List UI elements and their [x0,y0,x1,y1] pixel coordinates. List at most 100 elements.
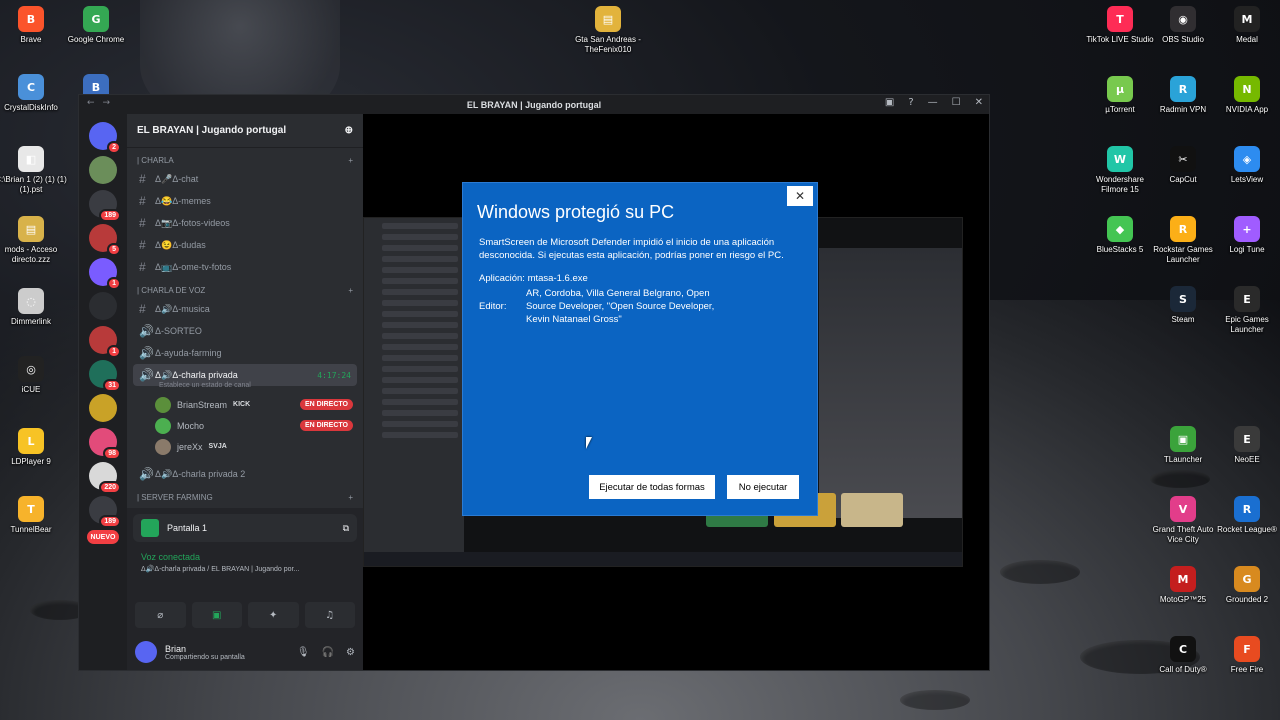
desktop-icon-right[interactable]: R Radmin VPN [1146,76,1220,115]
desktop-icon-left[interactable]: T TunnelBear [0,496,68,535]
speaker-icon: 🔊 [139,368,154,382]
server-header[interactable]: EL BRAYAN | Jugando portugal ⊕ [127,114,363,148]
desktop-icon-right[interactable]: ◈ LetsView [1210,146,1280,185]
plus-icon[interactable]: + [348,493,353,502]
category-charla[interactable]: | CHARLA + [127,152,363,168]
voice-buttons: ⌀ ▣ ✦ ♫ [127,602,363,628]
user-name: Brian [165,643,187,654]
avatar[interactable] [135,641,157,663]
server-icon[interactable]: 98 [89,428,121,460]
server-icon[interactable]: 189 [89,496,121,528]
channel-charla-privada-2[interactable]: 🔊 Δ🔊Δ-charla privada 2 [133,463,357,485]
desktop-icon-left[interactable]: L LDPlayer 9 [0,428,68,467]
forward-arrow-icon[interactable]: → [103,98,111,108]
voice-location[interactable]: Δ🔊Δ-charla privada / EL BRAYAN | Jugando… [141,565,349,573]
gear-icon[interactable]: ⚙ [346,647,355,658]
category-farming[interactable]: | SERVER FARMING + [127,489,363,505]
server-icon[interactable]: 1 [89,326,121,358]
screen-icon [141,519,159,537]
desktop-icon-right[interactable]: E NeoEE [1210,426,1280,465]
desktop-icon-right[interactable]: R Rockstar Games Launcher [1146,216,1220,265]
minimize-icon[interactable]: — [928,97,938,108]
text-channel[interactable]: # Δ📷Δ-fotos-videos [133,212,357,234]
voice-member[interactable]: BrianStream KICK EN DIRECTO [151,394,357,415]
add-member-icon[interactable]: ⊕ [345,125,353,136]
plus-icon[interactable]: + [348,156,353,165]
desktop-icon-right[interactable]: ◉ OBS Studio [1146,6,1220,45]
desktop-icon-right[interactable]: V Grand Theft Auto Vice City [1146,496,1220,545]
maximize-icon[interactable]: ☐ [952,97,961,108]
server-icon[interactable]: 31 [89,360,121,392]
voice-channel[interactable]: 🔊 Δ-ayuda-farming [133,342,357,364]
desktop-icon-right[interactable]: F Free Fire [1210,636,1280,675]
server-icon[interactable]: 189 [89,190,121,222]
voice-member[interactable]: jereXx SVJA [151,436,357,457]
desktop-icon-right[interactable]: M Medal [1210,6,1280,45]
desktop-icon-right[interactable]: N NVIDIA App [1210,76,1280,115]
server-icon[interactable]: 2 [89,122,121,154]
desktop-icon-left[interactable]: ▤ mods - Acceso directo.zzz [0,216,68,265]
server-icon[interactable] [89,394,117,422]
desktop-icon-right[interactable]: ✂ CapCut [1146,146,1220,185]
new-badge[interactable]: NUEVO [87,530,119,544]
app-icon: E [1234,286,1260,312]
text-channel[interactable]: # Δ📺Δ-ome-tv-fotos [133,256,357,278]
close-icon[interactable]: ✕ [975,97,983,108]
desktop-icon-right[interactable]: M MotoGP™25 [1146,566,1220,605]
microphone-icon[interactable]: 🎙 [297,647,310,658]
soundboard-icon[interactable]: ♫ [304,602,355,628]
camera-off-icon[interactable]: ⌀ [135,602,186,628]
desktop-icon-right[interactable]: E Epic Games Launcher [1210,286,1280,335]
channel-status[interactable]: Establece un estado de canal [127,382,363,394]
text-channel[interactable]: # Δ😉Δ-dudas [133,234,357,256]
text-channel[interactable]: # Δ😂Δ-memes [133,190,357,212]
desktop-icon-right[interactable]: S Steam [1146,286,1220,325]
close-button[interactable]: ✕ [787,186,813,206]
desktop-icon-right[interactable]: G Grounded 2 [1210,566,1280,605]
desktop-icon-right[interactable]: ▣ TLauncher [1146,426,1220,465]
desktop-icon-left[interactable]: G Google Chrome [59,6,133,45]
member-name: Mocho [177,420,205,431]
desktop-icon-gta-folder[interactable]: ▤ Gta San Andreas - TheFenix010 [571,6,645,55]
headphones-icon[interactable]: 🎧 [322,647,334,658]
text-channel[interactable]: # Δ🎤Δ-chat [133,168,357,190]
desktop-icon-right[interactable]: R Rocket League® [1210,496,1280,535]
voice-member[interactable]: Mocho EN DIRECTO [151,415,357,436]
server-icon[interactable]: 1 [89,258,121,290]
app-icon: R [1170,216,1196,242]
server-icon[interactable]: 220 [89,462,121,494]
channel-sidebar: EL BRAYAN | Jugando portugal ⊕ | CHARLA +… [127,114,363,670]
screen-share-card[interactable]: Pantalla 1 ⧉ [133,514,357,542]
app-icon: M [1234,6,1260,32]
icon-label: Rockstar Games Launcher [1153,245,1213,264]
desktop-icon-left[interactable]: ◎ iCUE [0,356,68,395]
category-voz[interactable]: | CHARLA DE VOZ + [127,282,363,298]
plus-icon[interactable]: + [348,286,353,295]
avatar [155,396,171,413]
desktop-icon-left[interactable]: C CrystalDiskInfo [0,74,68,113]
voice-connected[interactable]: Voz conectada [141,552,349,562]
inbox-icon[interactable]: ▣ [885,97,894,108]
channel-musica[interactable]: # Δ🔊Δ-musica [133,298,357,320]
icon-label: Logi Tune [1229,245,1265,254]
desktop-icon-right[interactable]: C Call of Duty® [1146,636,1220,675]
run-anyway-button[interactable]: Ejecutar de todas formas [589,475,715,499]
desktop-icon-right[interactable]: + Logi Tune [1210,216,1280,255]
server-icon[interactable] [89,292,117,320]
icon-label: CrystalDiskInfo [4,103,58,112]
server-icon[interactable] [89,156,117,184]
notification-badge: 1 [107,345,121,358]
desktop-icon-left[interactable]: ◧ C:\Brian 1 (2) (1) (1) (1).pst [0,146,68,195]
activities-icon[interactable]: ✦ [248,602,299,628]
desktop-icon-left[interactable]: B Brave [0,6,68,45]
popout-icon[interactable]: ⧉ [343,523,349,534]
back-arrow-icon[interactable]: ← [87,98,95,108]
dont-run-button[interactable]: No ejecutar [727,475,799,499]
help-icon[interactable]: ? [908,97,913,108]
app-icon: M [1170,566,1196,592]
desktop-icon-left[interactable]: ◌ Dimmerlink [0,288,68,327]
icon-label: LetsView [1230,175,1264,184]
voice-channel[interactable]: 🔊 Δ-SORTEO [133,320,357,342]
screen-share-icon[interactable]: ▣ [191,602,242,628]
server-icon[interactable]: 5 [89,224,121,256]
